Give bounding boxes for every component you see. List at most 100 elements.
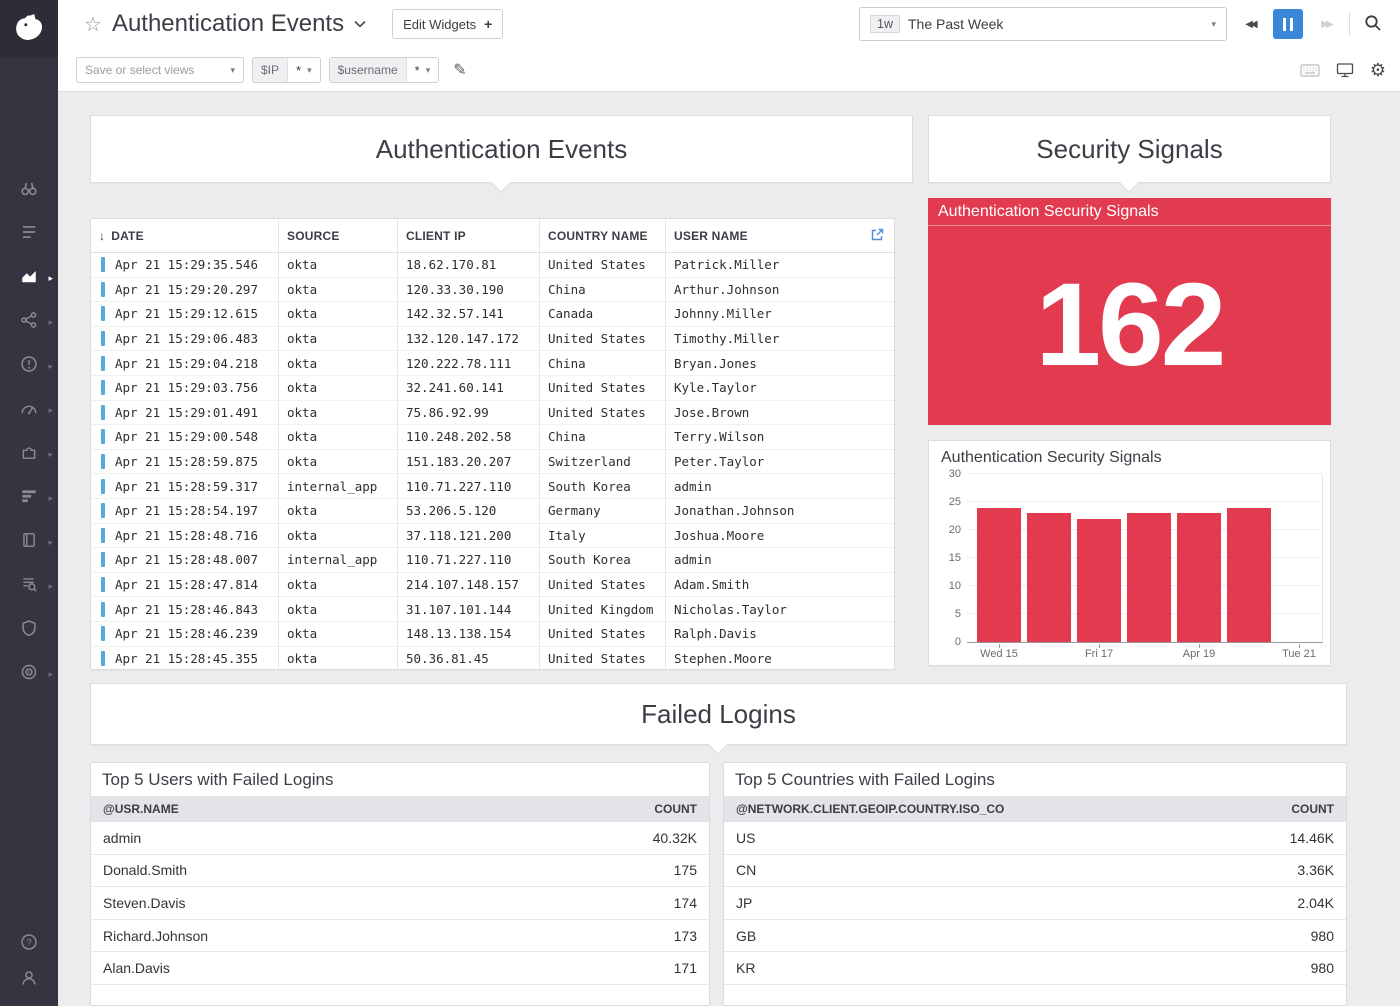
template-var-username[interactable]: $username * ▾	[329, 57, 440, 83]
column-header-count[interactable]: COUNT	[654, 802, 697, 816]
help-icon: ?	[20, 933, 38, 956]
sidebar-item-events[interactable]	[0, 212, 58, 256]
table-cell: 120.33.30.190	[397, 278, 539, 302]
apm-icon	[20, 487, 38, 510]
tv-mode-icon[interactable]	[1336, 62, 1354, 78]
keyboard-shortcuts-icon[interactable]	[1300, 61, 1320, 79]
user-icon	[20, 969, 38, 992]
sidebar-item-security[interactable]	[0, 608, 58, 652]
chevron-down-icon: ▾	[307, 65, 312, 76]
table-row[interactable]: Apr 21 15:28:46.843okta31.107.101.144Uni…	[91, 597, 894, 622]
sidebar-item-apm[interactable]: ▸	[0, 476, 58, 520]
table-cell: 53.206.5.120	[397, 499, 539, 523]
failed-countries-table-widget: Top 5 Countries with Failed Logins @NETW…	[723, 762, 1347, 1006]
table-cell: 120.222.78.111	[397, 351, 539, 375]
table-row: Donald.Smith175	[91, 855, 709, 888]
y-axis-tick-label: 30	[933, 468, 961, 480]
failed-logins-group-header[interactable]: Failed Logins	[90, 683, 1347, 745]
search-button[interactable]	[1358, 9, 1388, 39]
open-in-log-explorer-icon[interactable]	[870, 228, 884, 247]
chart-bar[interactable]	[1027, 513, 1071, 642]
favorite-star-icon[interactable]: ☆	[84, 12, 102, 37]
table-cell: Johnny.Miller	[665, 302, 894, 326]
table-row[interactable]: Apr 21 15:28:45.355okta50.36.81.45United…	[91, 647, 894, 671]
gridline	[967, 501, 1322, 502]
chart-bar[interactable]	[977, 508, 1021, 642]
sidebar-item-logs[interactable]: ▸	[0, 564, 58, 608]
table-cell: Apr 21 15:28:48.007	[91, 548, 278, 572]
table-cell: United States	[539, 647, 665, 671]
datadog-logo[interactable]	[0, 0, 58, 58]
table-cell: okta	[278, 573, 397, 597]
table-cell: Kyle.Taylor	[665, 376, 894, 400]
time-range-selector[interactable]: 1w The Past Week ▾	[859, 7, 1227, 41]
plus-icon: +	[484, 16, 492, 32]
auth-events-table-widget: ↓ DATE SOURCE CLIENT IP COUNTRY NAME USE…	[90, 218, 895, 670]
sidebar-item-synthetics[interactable]: ▸	[0, 652, 58, 696]
edit-pencil-icon[interactable]: ✎	[453, 60, 466, 80]
table-row[interactable]: Apr 21 15:29:20.297okta120.33.30.190Chin…	[91, 278, 894, 303]
column-header-usr-name[interactable]: @USR.NAME	[103, 802, 179, 816]
toolbar-right-icons: ⚙	[1300, 61, 1386, 79]
table-row[interactable]: Apr 21 15:29:06.483okta132.120.147.172Un…	[91, 327, 894, 352]
header-row-1: ☆ Authentication Events Edit Widgets + 1…	[58, 0, 1400, 48]
sidebar-item-user[interactable]	[0, 962, 58, 998]
saved-views-select[interactable]: Save or select views ▾	[76, 57, 244, 83]
table-row[interactable]: Apr 21 15:28:48.007internal_app110.71.22…	[91, 548, 894, 573]
security-signals-group-header[interactable]: Security Signals	[928, 115, 1331, 183]
auth-events-group-header[interactable]: Authentication Events	[90, 115, 913, 183]
app-root: ▸ ▸ ▸ ▸	[0, 0, 1400, 1006]
row-label: KR	[736, 960, 755, 976]
table-row[interactable]: Apr 21 15:28:46.239okta148.13.138.154Uni…	[91, 622, 894, 647]
table-row[interactable]: Apr 21 15:28:59.875okta151.183.20.207Swi…	[91, 450, 894, 475]
table-cell: okta	[278, 499, 397, 523]
sidebar-item-monitors[interactable]: ▸	[0, 344, 58, 388]
sidebar-item-help[interactable]: ?	[0, 926, 58, 962]
table-row[interactable]: Apr 21 15:29:12.615okta142.32.57.141Cana…	[91, 302, 894, 327]
table-row[interactable]: Apr 21 15:29:35.546okta18.62.170.81Unite…	[91, 253, 894, 278]
table-row[interactable]: Apr 21 15:29:04.218okta120.222.78.111Chi…	[91, 351, 894, 376]
edit-widgets-button[interactable]: Edit Widgets +	[392, 9, 503, 39]
table-cell: Nicholas.Taylor	[665, 597, 894, 621]
table-row[interactable]: Apr 21 15:28:48.716okta37.118.121.200Ita…	[91, 524, 894, 549]
column-header-country-iso[interactable]: @NETWORK.CLIENT.GEOIP.COUNTRY.ISO_CO	[736, 802, 1004, 816]
column-header-client-ip[interactable]: CLIENT IP	[397, 219, 539, 252]
column-header-source[interactable]: SOURCE	[278, 219, 397, 252]
table-row[interactable]: Apr 21 15:29:01.491okta75.86.92.99United…	[91, 401, 894, 426]
table-cell: Apr 21 15:29:35.546	[91, 253, 278, 277]
column-header-country-name[interactable]: COUNTRY NAME	[539, 219, 665, 252]
sidebar-item-infrastructure[interactable]: ▸	[0, 300, 58, 344]
log-status-bar	[101, 282, 105, 297]
chart-bar[interactable]	[1177, 513, 1221, 642]
template-var-ip-value: *	[296, 63, 301, 78]
chevron-down-icon: ▾	[1211, 19, 1216, 30]
column-header-user-name[interactable]: USER NAME	[665, 219, 894, 252]
table-cell: okta	[278, 524, 397, 548]
rewind-button[interactable]: ◀◀	[1235, 9, 1265, 39]
log-status-bar	[101, 626, 105, 641]
sidebar-item-integrations[interactable]: ▸	[0, 432, 58, 476]
chart-bar[interactable]	[1227, 508, 1271, 642]
title-chevron-down-icon[interactable]	[354, 20, 366, 28]
table-cell: Apr 21 15:29:06.483	[91, 327, 278, 351]
table-row[interactable]: Apr 21 15:28:54.197okta53.206.5.120Germa…	[91, 499, 894, 524]
table-row[interactable]: Apr 21 15:29:00.548okta110.248.202.58Chi…	[91, 425, 894, 450]
sidebar-item-watchdog[interactable]	[0, 168, 58, 212]
table-row[interactable]: Apr 21 15:28:47.814okta214.107.148.157Un…	[91, 573, 894, 598]
table-cell: South Korea	[539, 548, 665, 572]
column-header-date[interactable]: ↓ DATE	[91, 219, 278, 252]
failed-countries-table-body: US14.46KCN3.36KJP2.04KGB980KR980	[724, 822, 1346, 985]
column-header-count[interactable]: COUNT	[1291, 802, 1334, 816]
template-var-ip[interactable]: $IP * ▾	[252, 57, 321, 83]
chart-bar[interactable]	[1077, 519, 1121, 642]
sidebar-item-metrics[interactable]: ▸	[0, 388, 58, 432]
chart-bar[interactable]	[1127, 513, 1171, 642]
forward-button[interactable]: ▶▶	[1311, 9, 1341, 39]
table-row[interactable]: Apr 21 15:29:03.756okta32.241.60.141Unit…	[91, 376, 894, 401]
gear-icon[interactable]: ⚙	[1370, 61, 1386, 79]
sidebar-item-dashboards[interactable]: ▸	[0, 256, 58, 300]
table-row[interactable]: Apr 21 15:28:59.317internal_app110.71.22…	[91, 474, 894, 499]
pause-button[interactable]	[1273, 9, 1303, 39]
sidebar-item-notebooks[interactable]: ▸	[0, 520, 58, 564]
table-cell: okta	[278, 253, 397, 277]
